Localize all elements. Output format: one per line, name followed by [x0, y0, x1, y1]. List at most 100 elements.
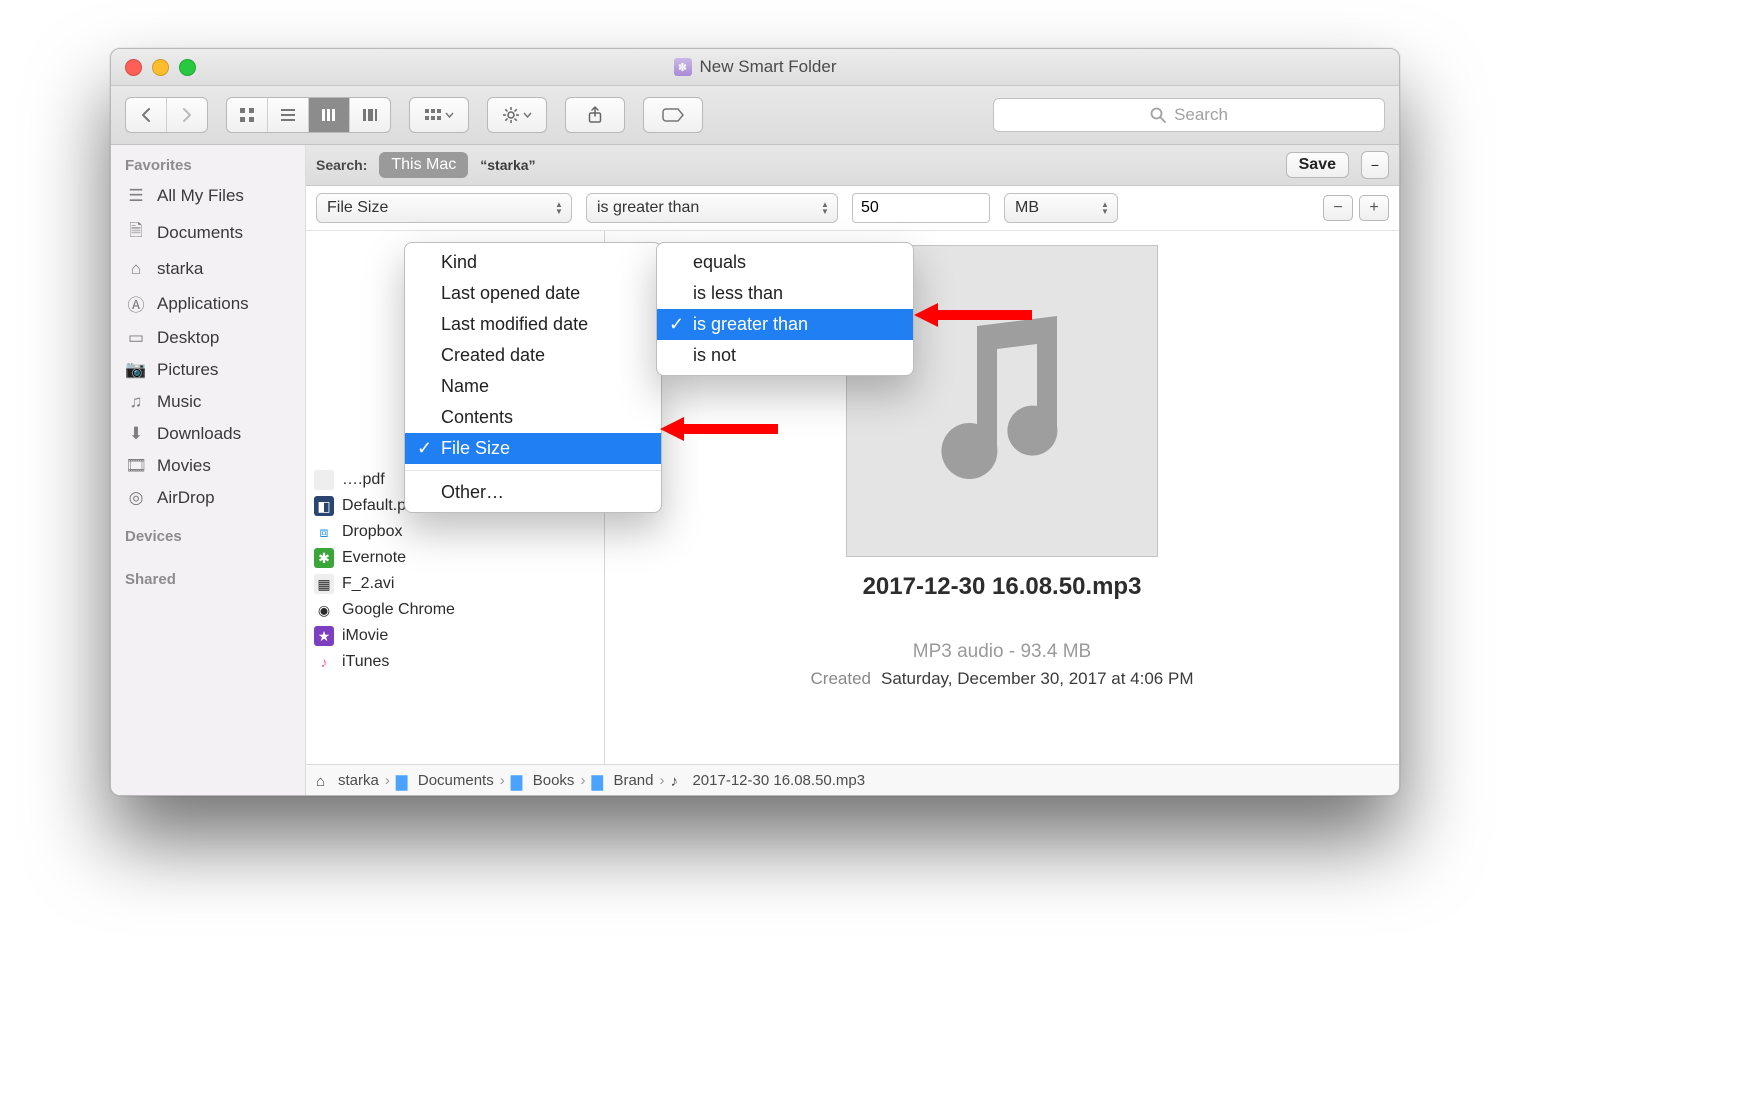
stepper-icon: ▲▼ [551, 197, 567, 219]
add-criteria-button[interactable]: + [1359, 195, 1389, 221]
scope-this-mac[interactable]: This Mac [379, 152, 468, 178]
file-name: iTunes [342, 653, 389, 671]
chevron-right-icon: › [385, 772, 390, 789]
share-button[interactable] [565, 97, 625, 133]
gear-icon [503, 107, 519, 123]
back-button[interactable] [126, 98, 167, 132]
forward-button[interactable] [167, 98, 207, 132]
view-mode-group [226, 97, 391, 133]
gallery-view-button[interactable] [350, 98, 390, 132]
attribute-dropdown[interactable]: File Size ▲▼ [316, 193, 572, 223]
list-item[interactable]: ▦F_2.avi [306, 571, 604, 597]
airdrop-icon: ◎ [125, 488, 147, 508]
sidebar-item-label: Movies [157, 456, 211, 476]
path-crumb[interactable]: ▇Books [511, 772, 575, 789]
list-item[interactable]: ♪iTunes [306, 649, 604, 675]
music-icon: ♫ [125, 392, 147, 412]
menu-item-label: Created date [441, 345, 545, 365]
menu-item-label: is not [693, 345, 736, 365]
arrange-button[interactable] [409, 97, 469, 133]
crumb-label: 2017-12-30 16.08.50.mp3 [692, 772, 865, 789]
menu-item-label: File Size [441, 438, 510, 458]
menu-item[interactable]: Last opened date [405, 278, 661, 309]
tag-icon [662, 108, 684, 122]
chevron-right-icon: › [580, 772, 585, 789]
share-icon [588, 106, 602, 124]
sidebar-item-music[interactable]: ♫Music [111, 386, 305, 418]
sidebar-section-shared: Shared [111, 569, 305, 594]
menu-item-label: Last opened date [441, 283, 580, 303]
list-item[interactable]: ⧈Dropbox [306, 519, 604, 545]
window-title: New Smart Folder [700, 57, 837, 77]
sidebar-item-label: starka [157, 259, 203, 279]
icon-view-button[interactable] [227, 98, 268, 132]
sidebar-item-applications[interactable]: ⒶApplications [111, 285, 305, 322]
remove-scope-button[interactable]: − [1361, 151, 1389, 179]
path-crumb[interactable]: ♪ 2017-12-30 16.08.50.mp3 [670, 772, 865, 789]
menu-item[interactable]: Name [405, 371, 661, 402]
menu-item[interactable]: equals [657, 247, 913, 278]
search-input[interactable]: Search [993, 98, 1385, 132]
attribute-menu[interactable]: Kind Last opened date Last modified date… [404, 242, 662, 513]
list-item[interactable]: ◉Google Chrome [306, 597, 604, 623]
annotation-arrow [914, 300, 1034, 330]
sidebar-item-desktop[interactable]: ▭Desktop [111, 322, 305, 354]
preview-created-value: Saturday, December 30, 2017 at 4:06 PM [881, 669, 1193, 689]
home-icon: ⌂ [125, 259, 147, 279]
sidebar-item-label: Pictures [157, 360, 218, 380]
file-name: iMovie [342, 627, 388, 645]
path-crumb[interactable]: ▇Brand [591, 772, 653, 789]
save-button[interactable]: Save [1286, 152, 1349, 178]
menu-item-selected[interactable]: ✓is greater than [657, 309, 913, 340]
menu-item-selected[interactable]: ✓ File Size [405, 433, 661, 464]
list-item[interactable]: ✱Evernote [306, 545, 604, 571]
sidebar-item-airdrop[interactable]: ◎AirDrop [111, 482, 305, 514]
sidebar-item-documents[interactable]: 🗎Documents [111, 212, 305, 253]
menu-item-label: Kind [441, 252, 477, 272]
annotation-arrow [660, 414, 780, 444]
operator-dropdown-label: is greater than [597, 199, 699, 217]
column-view-button[interactable] [309, 98, 350, 132]
action-button[interactable] [487, 97, 547, 133]
path-crumb[interactable]: ⌂starka [316, 772, 379, 789]
mp3-icon: ♪ [670, 773, 686, 787]
list-view-button[interactable] [268, 98, 309, 132]
chevron-right-icon: › [659, 772, 664, 789]
sidebar-item-movies[interactable]: 🎞Movies [111, 450, 305, 482]
path-crumb[interactable]: ▇ Documents [396, 772, 494, 789]
folder-icon: ▇ [511, 773, 527, 787]
folder-icon: ▇ [396, 773, 412, 787]
menu-item[interactable]: Contents [405, 402, 661, 433]
operator-dropdown[interactable]: is greater than ▲▼ [586, 193, 838, 223]
preview-created-label: Created [811, 669, 871, 689]
camera-icon: 📷 [125, 360, 147, 380]
sidebar-item-label: Applications [157, 294, 249, 314]
file-name: Google Chrome [342, 601, 455, 619]
menu-item[interactable]: Created date [405, 340, 661, 371]
operator-menu[interactable]: equals is less than ✓is greater than is … [656, 242, 914, 376]
unit-dropdown[interactable]: MB ▲▼ [1004, 193, 1118, 223]
menu-item[interactable]: Kind [405, 247, 661, 278]
sidebar-item-all-my-files[interactable]: ☰All My Files [111, 180, 305, 212]
tray-icon: ☰ [125, 186, 147, 206]
sidebar-item-home[interactable]: ⌂ starka [111, 253, 305, 285]
nav-buttons [125, 97, 208, 133]
scope-term[interactable]: “starka” [480, 157, 535, 173]
check-icon: ✓ [417, 438, 432, 459]
sidebar-item-downloads[interactable]: ⬇Downloads [111, 418, 305, 450]
preview-filename: 2017-12-30 16.08.50.mp3 [863, 573, 1142, 601]
sidebar-item-pictures[interactable]: 📷 Pictures [111, 354, 305, 386]
menu-item[interactable]: is not [657, 340, 913, 371]
doc-icon: 🗎 [125, 218, 147, 247]
menu-item[interactable]: Last modified date [405, 309, 661, 340]
value-input[interactable] [852, 193, 990, 223]
tags-button[interactable] [643, 97, 703, 133]
folder-icon: ▇ [591, 773, 607, 787]
search-scope-bar: Search: This Mac “starka” Save − [306, 145, 1399, 186]
crumb-label: Documents [418, 772, 494, 789]
remove-criteria-button[interactable]: − [1323, 195, 1353, 221]
list-item[interactable]: ★iMovie [306, 623, 604, 649]
menu-item[interactable]: is less than [657, 278, 913, 309]
menu-item-other[interactable]: Other… [405, 477, 661, 508]
menu-item-label: equals [693, 252, 746, 272]
